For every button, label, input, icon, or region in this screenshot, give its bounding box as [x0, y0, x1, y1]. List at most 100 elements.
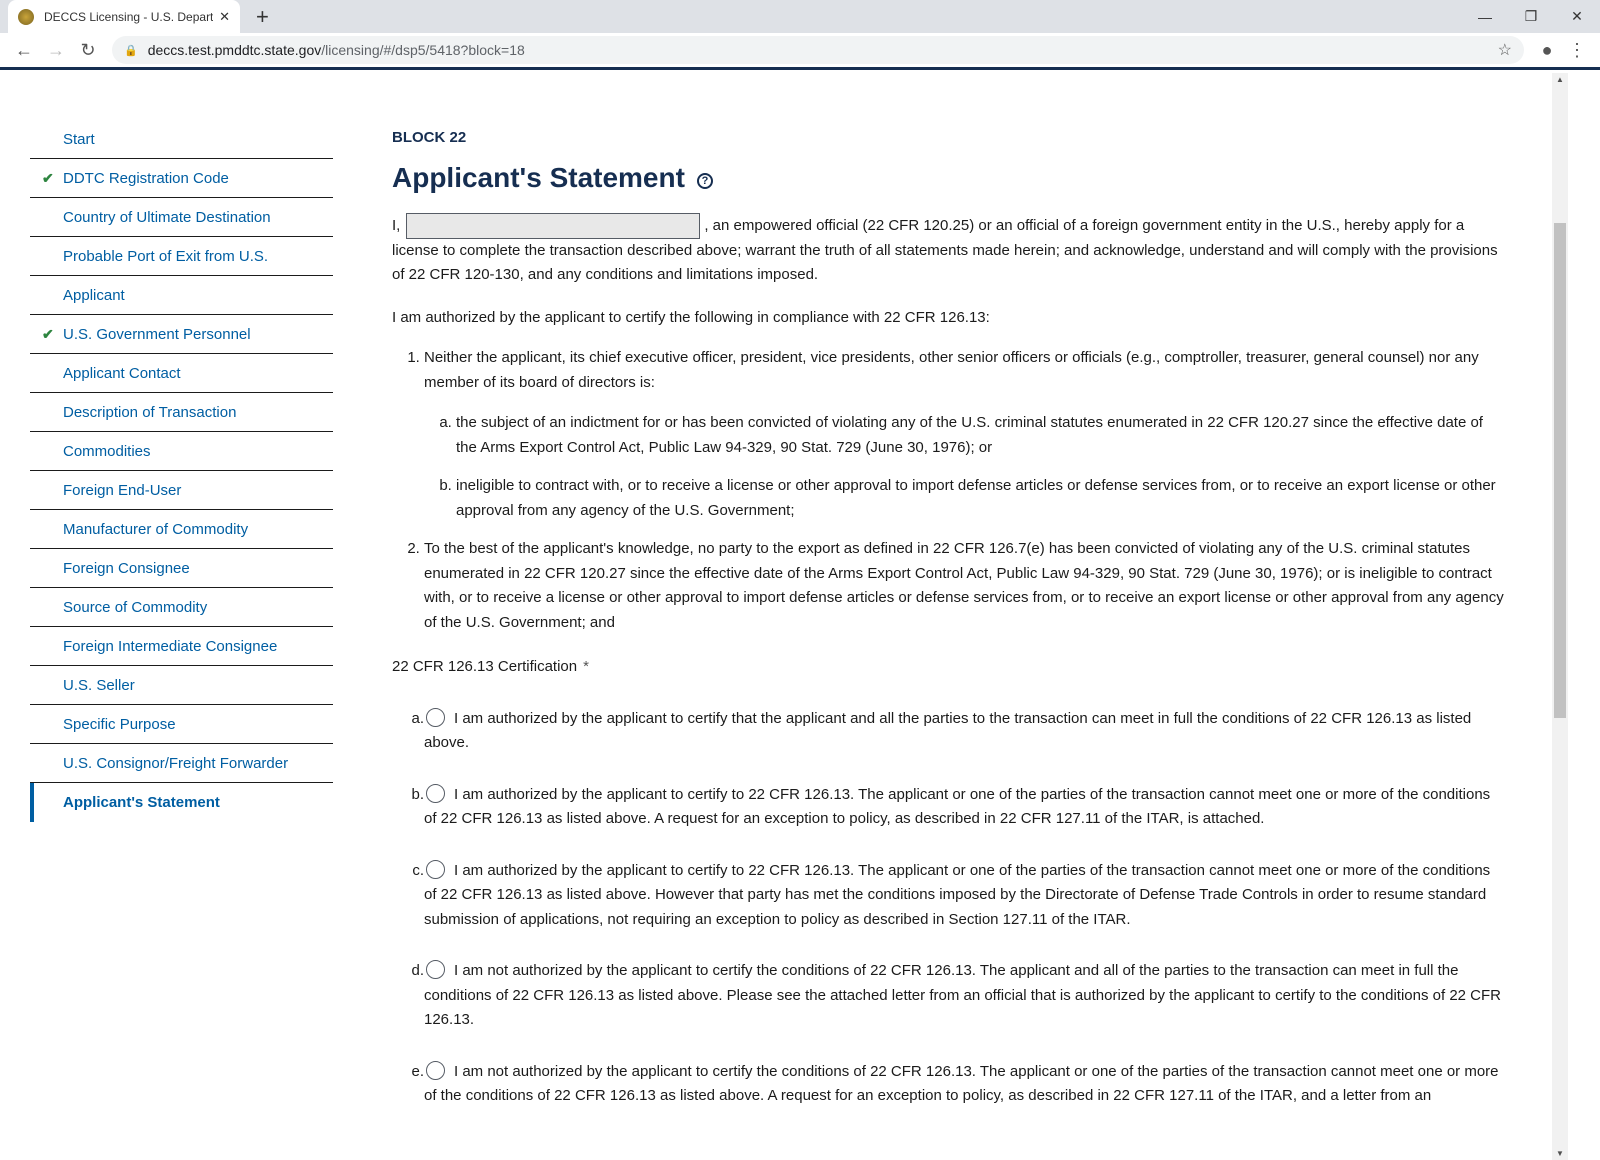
sidebar-item[interactable]: Applicant Contact	[30, 354, 333, 393]
sidebar-item-label: Applicant's Statement	[63, 794, 220, 811]
scroll-down-icon[interactable]: ▼	[1556, 1149, 1564, 1158]
condition-1: Neither the applicant, its chief executi…	[424, 346, 1504, 523]
condition-1-text: Neither the applicant, its chief executi…	[424, 349, 1479, 391]
scrollbar-thumb[interactable]	[1554, 223, 1566, 718]
block-navigation: Start ✔ DDTC Registration Code Country of U…	[30, 120, 333, 822]
help-icon[interactable]: ?	[696, 172, 713, 189]
close-tab-icon[interactable]: ✕	[219, 9, 230, 25]
option-letter: d.	[411, 962, 424, 979]
sidebar-item[interactable]: U.S. Seller	[30, 666, 333, 705]
option-body: I am not authorized by the applicant to …	[424, 1060, 1504, 1109]
sidebar-item[interactable]: Manufacturer of Commodity	[30, 510, 333, 549]
certification-option: b. I am authorized by the applicant to ce…	[392, 783, 1504, 832]
sidebar-item-label: Description of Transaction	[63, 403, 237, 421]
sidebar-item-label: Commodities	[63, 442, 151, 460]
sidebar-item[interactable]: Applicant's Statement	[30, 783, 333, 822]
sidebar-item[interactable]: ✔ DDTC Registration Code	[30, 159, 333, 198]
authorized-text: I am authorized by the applicant to cert…	[392, 308, 990, 326]
url-host: deccs.test.pmddtc.state.gov	[147, 42, 322, 58]
option-body: I am authorized by the applicant to cert…	[424, 783, 1504, 832]
sidebar-item[interactable]: Foreign Consignee	[30, 549, 333, 588]
sidebar-item[interactable]: Country of Ultimate Destination	[30, 198, 333, 237]
sidebar-item-label: Applicant Contact	[63, 364, 181, 382]
site-seal-icon	[18, 8, 34, 25]
tab-title: DECCS Licensing - U.S. Departme	[44, 9, 214, 24]
sidebar-item-label: Country of Ultimate Destination	[63, 208, 271, 226]
forward-icon[interactable]: →	[40, 40, 72, 61]
sidebar-item-label: Probable Port of Exit from U.S.	[63, 247, 269, 265]
sidebar-item-label: DDTC Registration Code	[63, 169, 229, 187]
certification-options: a. I am authorized by the applicant to ce…	[392, 707, 1504, 1109]
official-name-input[interactable]	[406, 212, 701, 239]
checkmark-icon: ✔	[42, 325, 54, 342]
sidebar-item[interactable]: ✔ U.S. Government Personnel	[30, 315, 333, 354]
option-radio[interactable]	[426, 707, 445, 727]
option-text: I am authorized by the applicant to cert…	[424, 861, 1491, 928]
certification-option: a. I am authorized by the applicant to ce…	[392, 707, 1504, 756]
sidebar-item-label: Specific Purpose	[63, 715, 176, 733]
reload-icon[interactable]: ↻	[72, 40, 104, 61]
option-text: I am authorized by the applicant to cert…	[424, 709, 1472, 752]
option-letter: c.	[412, 861, 424, 879]
sidebar-item-label: U.S. Government Personnel	[63, 325, 251, 343]
sidebar-item[interactable]: Foreign Intermediate Consignee	[30, 627, 333, 666]
sidebar-item-label: Foreign End-User	[63, 481, 182, 499]
profile-icon[interactable]: ●	[1532, 40, 1562, 61]
sidebar-item[interactable]: Start	[30, 120, 333, 159]
sidebar-item-label: Start	[63, 130, 95, 148]
address-bar[interactable]: 🔒 deccs.test.pmddtc.state.gov/licensing/…	[112, 36, 1524, 64]
sidebar-item[interactable]: Commodities	[30, 432, 333, 471]
option-radio[interactable]	[426, 859, 445, 879]
browser-tab[interactable]: DECCS Licensing - U.S. Departme ✕	[8, 0, 240, 33]
browser-tab-strip: DECCS Licensing - U.S. Departme ✕ + — ❐ …	[0, 0, 1600, 33]
sidebar-item[interactable]: Applicant	[30, 276, 333, 315]
page-title: Applicant's Statement?	[392, 161, 1504, 195]
option-body: I am authorized by the applicant to cert…	[424, 707, 1504, 756]
scroll-up-icon[interactable]: ▲	[1556, 75, 1564, 84]
checkmark-icon: ✔	[42, 169, 54, 186]
new-tab-icon[interactable]: +	[256, 4, 269, 30]
required-marker: *	[583, 658, 589, 675]
sidebar-item-label: Foreign Consignee	[63, 559, 190, 577]
option-text: I am not authorized by the applicant to …	[424, 1062, 1499, 1105]
condition-1b: ineligible to contract with, or to recei…	[456, 474, 1504, 523]
sidebar-item-label: Applicant	[63, 286, 125, 304]
certification-option: d. I am not authorized by the applicant t…	[392, 959, 1504, 1033]
option-body: I am authorized by the applicant to cert…	[424, 859, 1504, 933]
option-letter: a.	[411, 709, 424, 727]
sidebar-item[interactable]: Foreign End-User	[30, 471, 333, 510]
option-text: I am authorized by the applicant to cert…	[424, 785, 1491, 828]
browser-toolbar: ← → ↻ 🔒 deccs.test.pmddtc.state.gov/lice…	[0, 33, 1600, 70]
sidebar-item-label: U.S. Consignor/Freight Forwarder	[63, 754, 289, 772]
option-radio[interactable]	[426, 960, 445, 979]
certification-label-text: 22 CFR 126.13 Certification	[392, 658, 578, 675]
main-content: BLOCK 22 Applicant's Statement? I,, an e…	[392, 126, 1504, 1109]
page-title-text: Applicant's Statement	[392, 161, 685, 193]
bookmark-star-icon[interactable]: ☆	[1498, 40, 1512, 60]
minimize-icon[interactable]: —	[1462, 0, 1508, 33]
sidebar-item-label: U.S. Seller	[63, 676, 135, 694]
certification-option: c. I am authorized by the applicant to ce…	[392, 859, 1504, 933]
lock-icon: 🔒	[124, 44, 138, 57]
sidebar-item[interactable]: Specific Purpose	[30, 705, 333, 744]
condition-2: To the best of the applicant's knowledge…	[424, 537, 1504, 635]
back-icon[interactable]: ←	[8, 40, 40, 61]
certification-option: e. I am not authorized by the applicant t…	[392, 1060, 1504, 1109]
condition-1a: the subject of an indictment for or has …	[456, 411, 1504, 460]
menu-kebab-icon[interactable]: ⋮	[1562, 40, 1592, 61]
option-radio[interactable]	[426, 1060, 445, 1080]
restore-icon[interactable]: ❐	[1508, 0, 1554, 33]
sidebar-item[interactable]: Source of Commodity	[30, 588, 333, 627]
sidebar-item-label: Foreign Intermediate Consignee	[63, 637, 278, 655]
sidebar-item[interactable]: Probable Port of Exit from U.S.	[30, 237, 333, 276]
close-window-icon[interactable]: ✕	[1554, 0, 1600, 33]
sidebar-item-label: Manufacturer of Commodity	[63, 520, 249, 538]
certification-label: 22 CFR 126.13 Certification *	[392, 655, 1504, 680]
option-radio[interactable]	[426, 783, 445, 803]
url-path: /licensing/#/dsp5/5418?block=18	[321, 42, 525, 58]
scrollbar[interactable]: ▲ ▼	[1552, 73, 1568, 1160]
block-label: BLOCK 22	[392, 129, 467, 146]
intro-statement: I,, an empowered official (22 CFR 120.25…	[392, 212, 1504, 288]
sidebar-item[interactable]: Description of Transaction	[30, 393, 333, 432]
sidebar-item[interactable]: U.S. Consignor/Freight Forwarder	[30, 744, 333, 783]
